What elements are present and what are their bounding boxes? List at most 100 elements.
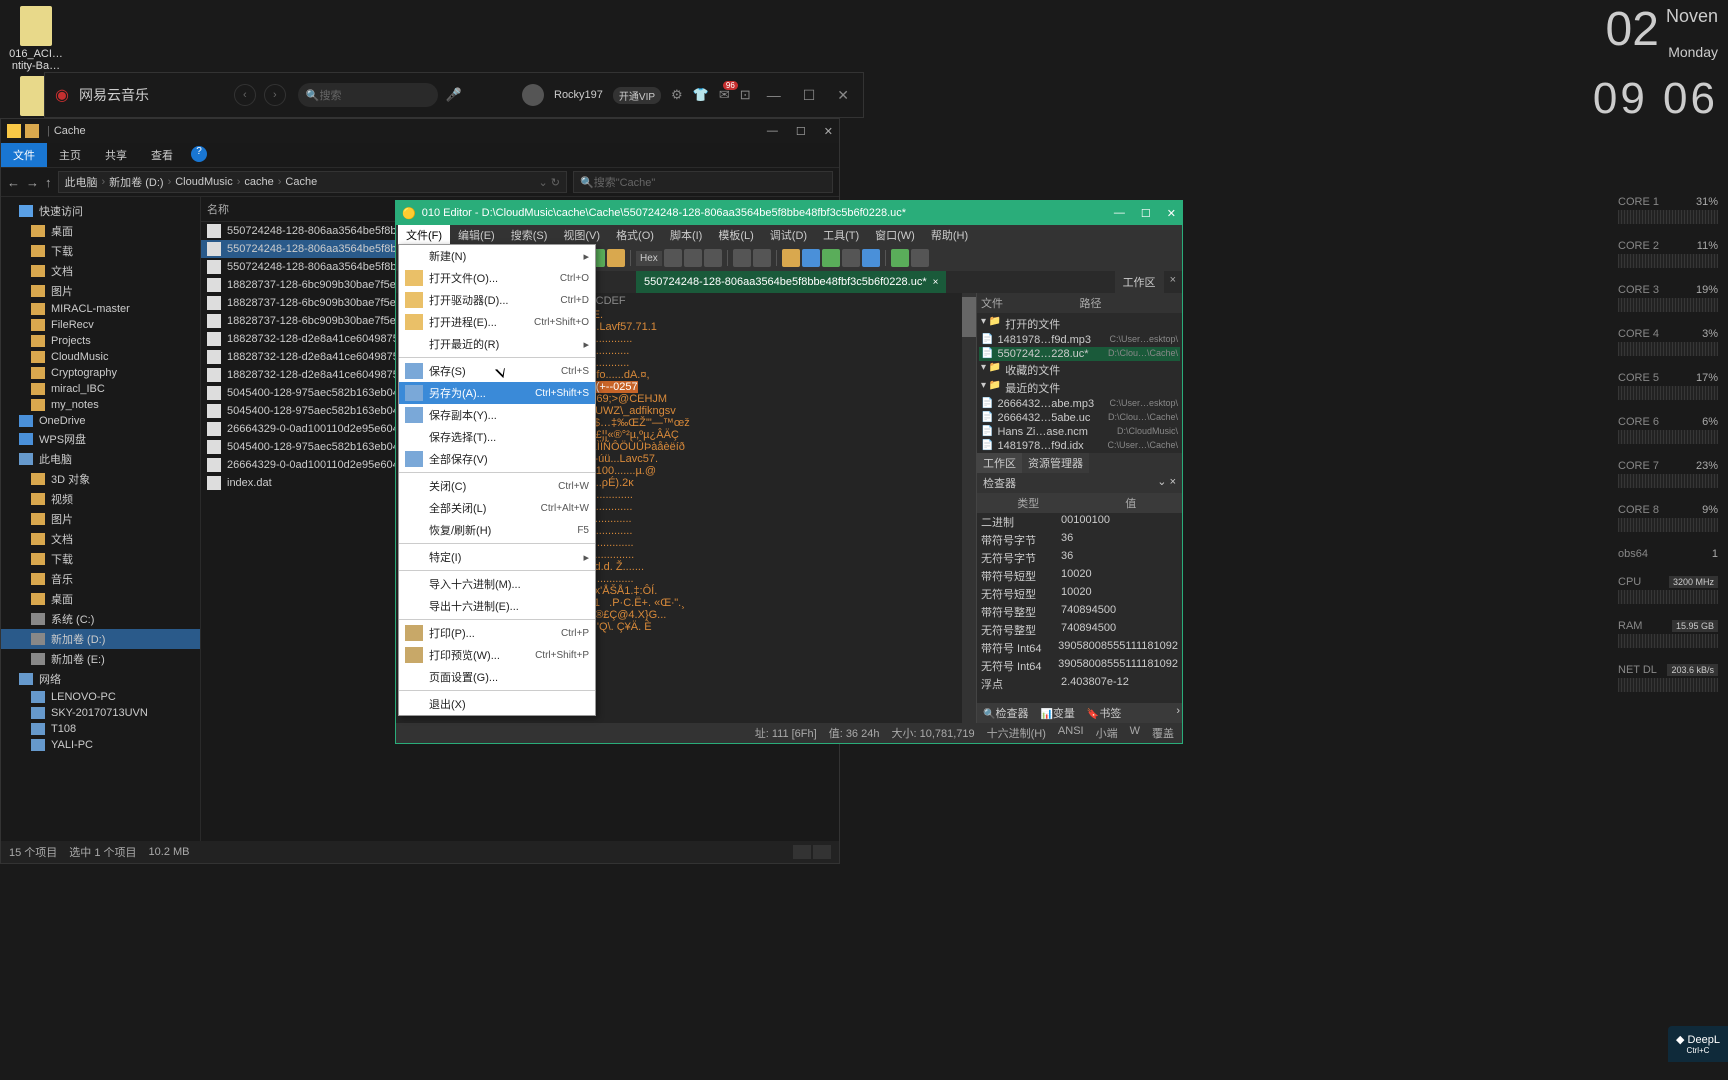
menu-item[interactable]: 搜索(S) [503,225,556,245]
back-button[interactable]: ‹ [234,84,256,106]
menu-item[interactable]: 格式(O) [608,225,662,245]
editor-titlebar[interactable]: 🟡 010 Editor - D:\CloudMusic\cache\Cache… [396,201,1182,225]
up-button[interactable]: ↑ [45,175,52,190]
menu-item[interactable]: 特定(I)▸ [399,546,595,568]
close-button[interactable]: ✕ [824,125,833,138]
toolbar-button[interactable] [822,249,840,267]
sidebar-item[interactable]: 视频 [1,489,200,509]
sidebar-item[interactable]: 新加卷 (D:) [1,629,200,649]
toolbar-button[interactable] [753,249,771,267]
sidebar-item[interactable]: my_notes [1,397,200,413]
menu-item[interactable]: 帮助(H) [923,225,976,245]
tree-group[interactable]: ▾ 📁 最近的文件 [979,379,1180,397]
close-tab-icon[interactable]: × [933,277,939,288]
tab-explorer[interactable]: 资源管理器 [1022,453,1089,473]
sidebar-item[interactable]: 此电脑 [1,449,200,469]
menu-item[interactable]: 编辑(E) [450,225,503,245]
toolbar-button[interactable] [842,249,860,267]
menu-item[interactable]: 视图(V) [555,225,608,245]
toolbar-button[interactable] [862,249,880,267]
menu-item[interactable]: 文件(F) [398,225,450,245]
tree-group[interactable]: ▾ 📁 打开的文件 [979,315,1180,333]
sidebar-item[interactable]: 图片 [1,509,200,529]
tree-item[interactable]: 📄 2666432…5abe.ucD:\Clou…\Cache\ [979,411,1180,425]
sidebar-item[interactable]: 下载 [1,549,200,569]
breadcrumb[interactable]: 此电脑› 新加卷 (D:)› CloudMusic› cache› Cache … [58,171,568,193]
gear-icon[interactable]: ⚙ [671,87,683,103]
menu-item[interactable]: 全部保存(V) [399,448,595,470]
sidebar-item[interactable]: 快速访问 [1,201,200,221]
search-input[interactable]: 🔍 搜索 [298,83,438,107]
ribbon-tab-share[interactable]: 共享 [93,143,139,167]
forward-button[interactable]: › [264,84,286,106]
menu-item[interactable]: 脚本(I) [662,225,710,245]
menu-item[interactable]: 打开驱动器(D)...Ctrl+D [399,289,595,311]
close-button[interactable]: ✕ [837,87,849,104]
menu-item[interactable]: 导出十六进制(E)... [399,595,595,617]
tree-item[interactable]: 📄 1481978…f9d.idxC:\User…\Cache\ [979,439,1180,453]
toolbar-button[interactable] [802,249,820,267]
sidebar-item[interactable]: Projects [1,333,200,349]
minimize-button[interactable]: — [1114,207,1125,220]
menu-item[interactable]: 打开文件(O)...Ctrl+O [399,267,595,289]
document-tab[interactable]: 550724248-128-806aa3564be5f8bbe48fbf3c5b… [636,271,946,293]
menu-item[interactable]: 工具(T) [815,225,867,245]
deepl-widget[interactable]: ◆ DeepL Ctrl+C [1668,1026,1728,1062]
minimize-button[interactable]: — [767,87,781,103]
ribbon-tab-file[interactable]: 文件 [1,143,47,167]
col-file[interactable]: 文件 [981,295,1080,311]
panel-close-icon[interactable]: × [1164,271,1182,293]
tab-inspector[interactable]: 🔍检查器 [977,703,1034,723]
sidebar-item[interactable]: 桌面 [1,221,200,241]
ribbon-tab-home[interactable]: 主页 [47,143,93,167]
tree-group[interactable]: ▾ 📁 收藏的文件 [979,361,1180,379]
close-button[interactable]: ✕ [1167,207,1176,220]
help-icon[interactable]: ? [191,146,207,162]
tab-variables[interactable]: 📊变量 [1034,703,1080,723]
sidebar-item[interactable]: YALI-PC [1,737,200,753]
status-mode[interactable]: 覆盖 [1152,725,1174,741]
menu-item[interactable]: 页面设置(G)... [399,666,595,688]
menu-item[interactable]: 保存(S)Ctrl+S [399,360,595,382]
mail-icon[interactable]: ✉96 [719,87,730,103]
sidebar-item[interactable]: 系统 (C:) [1,609,200,629]
replace-button[interactable] [607,249,625,267]
sidebar-item[interactable]: 音乐 [1,569,200,589]
menu-item[interactable]: 新建(N)▸ [399,245,595,267]
tree-item[interactable]: 📄 Hans Zi…ase.ncmD:\CloudMusic\ [979,425,1180,439]
sidebar-item[interactable]: SKY-20170713UVN [1,705,200,721]
menu-item[interactable]: 退出(X) [399,693,595,715]
menu-item[interactable]: 关闭(C)Ctrl+W [399,475,595,497]
sidebar-item[interactable]: 桌面 [1,589,200,609]
menu-item[interactable]: 打印预览(W)...Ctrl+Shift+P [399,644,595,666]
vip-button[interactable]: 开通VIP [613,87,661,104]
menu-item[interactable]: 恢复/刷新(H)F5 [399,519,595,541]
mic-icon[interactable]: 🎤 [446,87,462,103]
view-icons-button[interactable] [813,845,831,859]
desktop-icon[interactable]: 016_ACI… ntity-Ba… [6,6,66,72]
sidebar-item[interactable]: 文档 [1,261,200,281]
panel-menu-icon[interactable]: ⌄ × [1157,475,1176,491]
menu-item[interactable]: 导入十六进制(M)... [399,573,595,595]
sidebar-item[interactable]: Cryptography [1,365,200,381]
scroll-right-icon[interactable]: › [1174,703,1182,723]
sidebar-item[interactable]: OneDrive [1,413,200,429]
sidebar-item[interactable]: CloudMusic [1,349,200,365]
sidebar-item[interactable]: 下载 [1,241,200,261]
tree-item[interactable]: 📄 1481978…f9d.mp3C:\User…esktop\ [979,333,1180,347]
toolbar-button[interactable] [704,249,722,267]
mini-icon[interactable]: ⊡ [740,87,751,103]
toolbar-button[interactable] [664,249,682,267]
pause-button[interactable] [911,249,929,267]
tree-item[interactable]: 📄 2666432…abe.mp3C:\User…esktop\ [979,397,1180,411]
status-format[interactable]: 十六进制(H) [987,725,1046,741]
col-path[interactable]: 路径 [1080,295,1179,311]
toolbar-button[interactable] [684,249,702,267]
menu-item[interactable]: 另存为(A)...Ctrl+Shift+S [399,382,595,404]
sidebar-item[interactable]: miracl_IBC [1,381,200,397]
sidebar-item[interactable]: LENOVO-PC [1,689,200,705]
tree-item[interactable]: 📄 5507242…228.uc*D:\Clou…\Cache\ [979,347,1180,361]
maximize-button[interactable]: ☐ [1141,207,1151,220]
menu-item[interactable]: 窗口(W) [867,225,923,245]
menu-item[interactable]: 保存选择(T)... [399,426,595,448]
